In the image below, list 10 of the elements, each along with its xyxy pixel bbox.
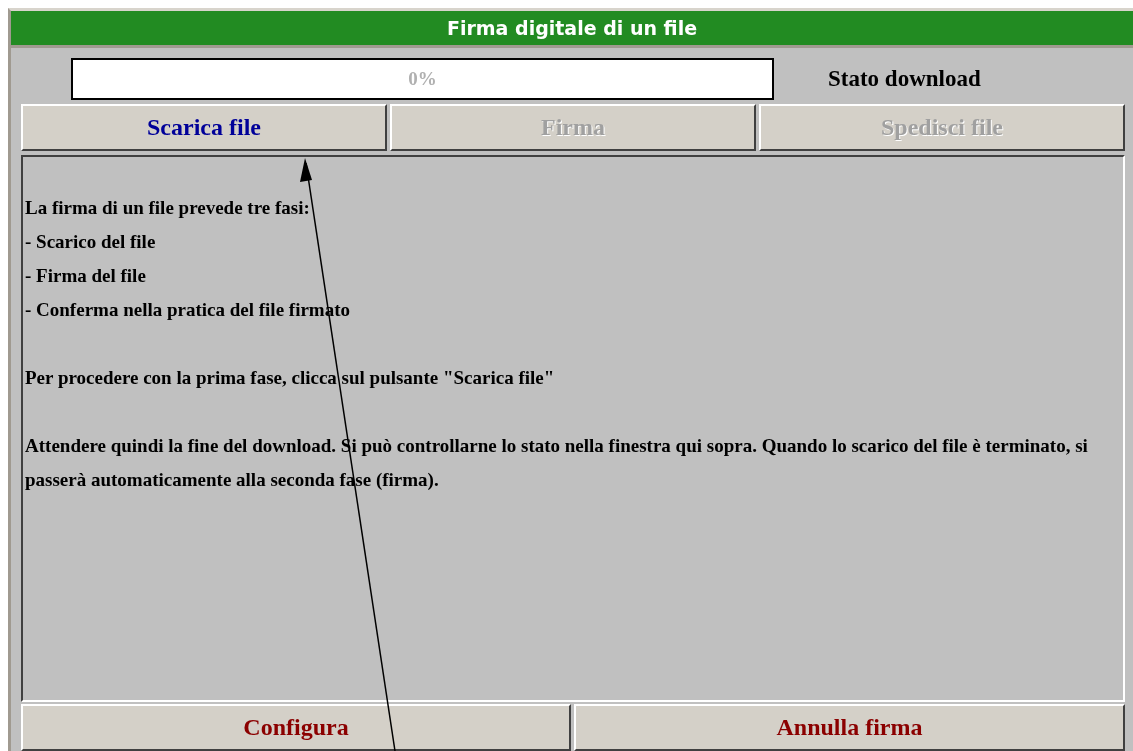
download-status-label: Stato download bbox=[828, 66, 981, 92]
window-title: Firma digitale di un file bbox=[11, 11, 1133, 48]
instruction-text: - Firma del file bbox=[25, 264, 147, 288]
instruction-text: - Scarico del file bbox=[25, 230, 157, 254]
instruction-text: La firma di un file prevede tre fasi: bbox=[25, 196, 311, 220]
action-button[interactable]: Annulla firma bbox=[574, 704, 1125, 751]
progress-reading: 0% bbox=[408, 68, 437, 90]
action-button[interactable]: Configura bbox=[21, 704, 571, 751]
step-button[interactable]: Scarica file bbox=[21, 104, 387, 151]
instruction-text: Per procedere con la prima fase, clicca sul pulsante "Scarica file" bbox=[25, 366, 556, 390]
